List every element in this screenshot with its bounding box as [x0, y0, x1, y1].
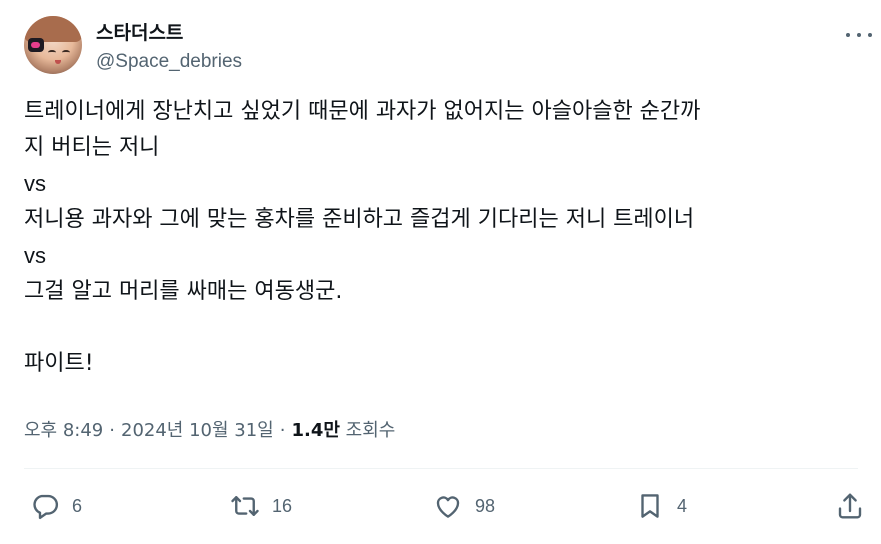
heart-icon — [436, 496, 460, 518]
more-dot — [868, 33, 872, 37]
avatar[interactable] — [24, 16, 82, 74]
bookmark-count: 4 — [677, 495, 688, 516]
more-dots-icon[interactable] — [846, 27, 872, 43]
share-upload-icon — [838, 493, 862, 519]
retweet-arrows-icon — [231, 496, 259, 516]
share-button[interactable] — [835, 488, 865, 524]
tweet-text: 트레이너에게 장난치고 싶었기 때문에 과자가 없어지는 아슬아슬한 순간까 지… — [24, 94, 864, 382]
meta-separator: · — [279, 420, 286, 441]
tweet-card: 스타더스트 @Space_debries 트레이너에게 장난치고 싶었기 때문에… — [0, 0, 881, 544]
avatar-bow-accent — [31, 42, 40, 48]
reply-count: 6 — [72, 495, 83, 516]
tweet-line: 트레이너에게 장난치고 싶었기 때문에 과자가 없어지는 아슬아슬한 순간까 — [24, 99, 701, 124]
bookmark-icon — [641, 494, 659, 518]
speech-bubble-icon — [33, 494, 59, 520]
retweet-count: 16 — [272, 495, 293, 516]
tweet-meta: 오후 8:49 · 2024년 10월 31일 · 1.4만 조회수 — [24, 416, 395, 442]
like-count: 98 — [475, 495, 496, 516]
tweet-line: vs — [24, 171, 46, 196]
tweet-header: 스타더스트 @Space_debries — [24, 14, 872, 78]
divider — [24, 468, 858, 469]
tweet-line: 그걸 알고 머리를 싸매는 여동생군. — [24, 279, 343, 304]
author-handle[interactable]: @Space_debries — [96, 51, 242, 73]
meta-separator: · — [109, 420, 115, 441]
tweet-date[interactable]: 2024년 10월 31일 — [121, 420, 274, 441]
views-count: 1.4만 — [291, 420, 340, 441]
tweet-line: 지 버티는 저니 — [24, 135, 160, 160]
action-bar: 6 16 98 4 — [24, 484, 864, 526]
avatar-eye-left — [48, 50, 56, 55]
views-label: 조회수 — [345, 420, 396, 441]
like-button[interactable]: 98 — [433, 488, 495, 524]
more-dot — [846, 33, 850, 37]
bookmark-button[interactable]: 4 — [635, 488, 687, 524]
reply-button[interactable]: 6 — [30, 488, 82, 524]
tweet-line: 저니용 과자와 그에 맞는 홍차를 준비하고 즐겁게 기다리는 저니 트레이너 — [24, 207, 695, 232]
retweet-button[interactable]: 16 — [230, 488, 292, 524]
author-display-name[interactable]: 스타더스트 — [96, 18, 183, 45]
tweet-line: 파이트! — [24, 351, 94, 376]
tweet-line: vs — [24, 243, 46, 268]
avatar-eye-right — [62, 50, 70, 55]
more-dot — [857, 33, 861, 37]
tweet-time[interactable]: 오후 8:49 — [24, 420, 103, 441]
avatar-mouth — [55, 60, 61, 64]
